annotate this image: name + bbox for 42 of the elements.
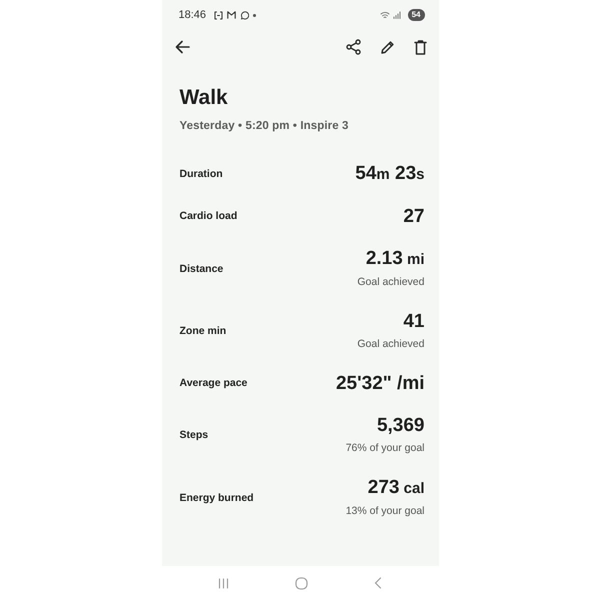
stat-value: 273 cal: [368, 476, 424, 500]
stat-value: 2.13 mi: [366, 247, 424, 271]
chat-bubble-icon: [240, 10, 250, 20]
share-icon: [346, 39, 360, 55]
stat-value: 54m 23s: [355, 162, 424, 186]
workout-subtitle: Yesterday • 5:20 pm • Inspire 3: [180, 119, 350, 134]
dot-icon: [253, 14, 256, 16]
frame-icon: [214, 10, 224, 20]
signal-icon: [392, 11, 401, 19]
back-button[interactable]: [174, 40, 190, 54]
stat-label: Duration: [180, 166, 223, 182]
stat-label: Steps: [180, 428, 208, 444]
stat-note: 76% of your goal: [346, 441, 424, 456]
stat-label: Distance: [180, 262, 224, 277]
mail-icon: [227, 11, 236, 19]
delete-button[interactable]: [414, 40, 426, 54]
stat-value: 41: [403, 310, 424, 334]
battery-indicator: 54: [408, 9, 424, 21]
chevron-left-icon: [374, 577, 382, 589]
stat-label: Energy burned: [180, 490, 254, 506]
back-arrow-icon: [174, 40, 190, 54]
recent-apps-icon: [218, 578, 230, 588]
stat-value: 25'32" /mi: [336, 372, 424, 396]
stat-note: Goal achieved: [357, 275, 424, 290]
back-nav-button[interactable]: [374, 577, 382, 589]
stat-value: 5,369: [376, 414, 424, 438]
pencil-icon: [380, 40, 394, 54]
home-button[interactable]: [294, 576, 308, 590]
stat-note: 13% of your goal: [346, 504, 424, 519]
wifi-icon: [380, 11, 390, 19]
stat-label: Average pace: [180, 376, 248, 392]
stat-label: Zone min: [180, 324, 226, 340]
home-icon: [294, 576, 308, 590]
workout-title: Walk: [180, 85, 229, 111]
recent-apps-button[interactable]: [218, 578, 230, 588]
stat-label: Cardio load: [180, 209, 238, 224]
stat-note: Goal achieved: [357, 337, 424, 352]
edit-button[interactable]: [380, 40, 394, 54]
status-time: 18:46: [178, 8, 206, 23]
stat-value: 27: [403, 205, 424, 229]
trash-icon: [414, 40, 426, 54]
share-button[interactable]: [346, 39, 360, 55]
